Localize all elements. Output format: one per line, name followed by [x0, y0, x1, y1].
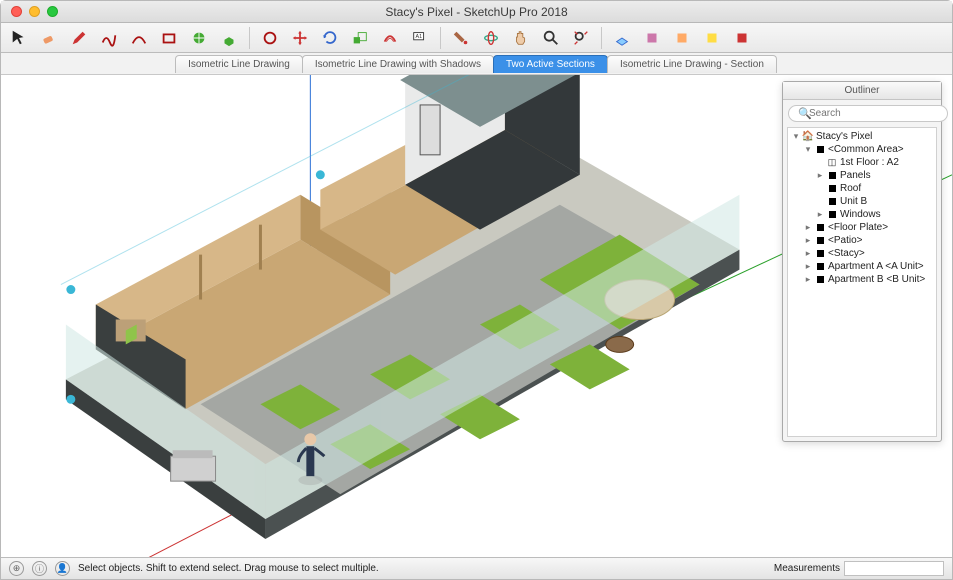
scene-tab-1[interactable]: Isometric Line Drawing with Shadows [302, 55, 494, 73]
outliner-search-input[interactable] [788, 105, 948, 122]
section-tool-icon[interactable] [612, 28, 632, 48]
tree-item[interactable]: ▸Apartment A <A Unit> [792, 260, 932, 273]
tree-root[interactable]: ▾🏠 Stacy's Pixel [792, 130, 932, 143]
tree-item[interactable]: ▸<Stacy> [792, 247, 932, 260]
rotate-tool-icon[interactable] [320, 28, 340, 48]
walk-tool-icon[interactable] [642, 28, 662, 48]
grill [171, 450, 216, 481]
status-bar: ⊕ ⓘ 👤 Select objects. Shift to extend se… [1, 557, 952, 579]
scene-tabs: Isometric Line Drawing Isometric Line Dr… [1, 53, 952, 75]
orbit-tool-icon[interactable] [481, 28, 501, 48]
credits-icon[interactable]: ⓘ [32, 561, 47, 576]
outliner-tree: ▾🏠 Stacy's Pixel ▾<Common Area>◫1st Floo… [787, 127, 937, 437]
tree-item[interactable]: ▸<Patio> [792, 234, 932, 247]
tree-item[interactable]: ▸<Floor Plate> [792, 221, 932, 234]
freehand-tool-icon[interactable] [99, 28, 119, 48]
outliner-search: 🔍 ➜ [788, 105, 936, 122]
tree-item[interactable]: ▸Apartment B <B Unit> [792, 273, 932, 286]
position-tool-icon[interactable] [702, 28, 722, 48]
user-icon[interactable]: 👤 [55, 561, 70, 576]
tree-item[interactable]: ◫1st Floor : A2 [792, 156, 932, 169]
move-tool-icon[interactable] [290, 28, 310, 48]
scene-tab-2[interactable]: Two Active Sections [493, 55, 608, 73]
offset-tool-icon[interactable] [380, 28, 400, 48]
search-icon: 🔍 [798, 107, 812, 120]
scene-tab-0[interactable]: Isometric Line Drawing [175, 55, 303, 73]
viewport[interactable]: Outliner 🔍 ➜ ▾🏠 Stacy's Pixel ▾<Common A… [1, 75, 952, 557]
3dwarehouse-tool-icon[interactable] [732, 28, 752, 48]
zoomextents-tool-icon[interactable] [571, 28, 591, 48]
outliner-title: Outliner [783, 82, 941, 100]
pan-tool-icon[interactable] [511, 28, 531, 48]
pencil-tool-icon[interactable] [69, 28, 89, 48]
tree-item[interactable]: ▾<Common Area> [792, 143, 932, 156]
outliner-panel[interactable]: Outliner 🔍 ➜ ▾🏠 Stacy's Pixel ▾<Common A… [782, 81, 942, 442]
window-titlebar: Stacy's Pixel - SketchUp Pro 2018 [1, 1, 952, 23]
tree-item[interactable]: ▸Panels [792, 169, 932, 182]
window-title: Stacy's Pixel - SketchUp Pro 2018 [1, 5, 952, 19]
text-tool-icon[interactable]: A1 [410, 28, 430, 48]
zoom-tool-icon[interactable] [541, 28, 561, 48]
tree-item[interactable]: ▸Windows [792, 208, 932, 221]
geo-icon[interactable]: ⊕ [9, 561, 24, 576]
paint-tool-icon[interactable] [451, 28, 471, 48]
svg-text:A1: A1 [416, 34, 423, 40]
rectangle-tool-icon[interactable] [159, 28, 179, 48]
circle-tool-icon[interactable] [189, 28, 209, 48]
status-hint: Select objects. Shift to extend select. … [78, 563, 379, 574]
measurements: Measurements [774, 561, 944, 576]
pushpull-tool-icon[interactable] [219, 28, 239, 48]
main-toolbar: A1 [1, 23, 952, 53]
scale-tool-icon[interactable] [350, 28, 370, 48]
scene-tab-3[interactable]: Isometric Line Drawing - Section [607, 55, 777, 73]
measurements-input[interactable] [844, 561, 944, 576]
arc-tool-icon[interactable] [129, 28, 149, 48]
tree-item[interactable]: Unit B [792, 195, 932, 208]
lookaround-tool-icon[interactable] [672, 28, 692, 48]
select-tool-icon[interactable] [9, 28, 29, 48]
eraser-tool-icon[interactable] [39, 28, 59, 48]
tree-item[interactable]: Roof [792, 182, 932, 195]
tapemeasure-tool-icon[interactable] [260, 28, 280, 48]
